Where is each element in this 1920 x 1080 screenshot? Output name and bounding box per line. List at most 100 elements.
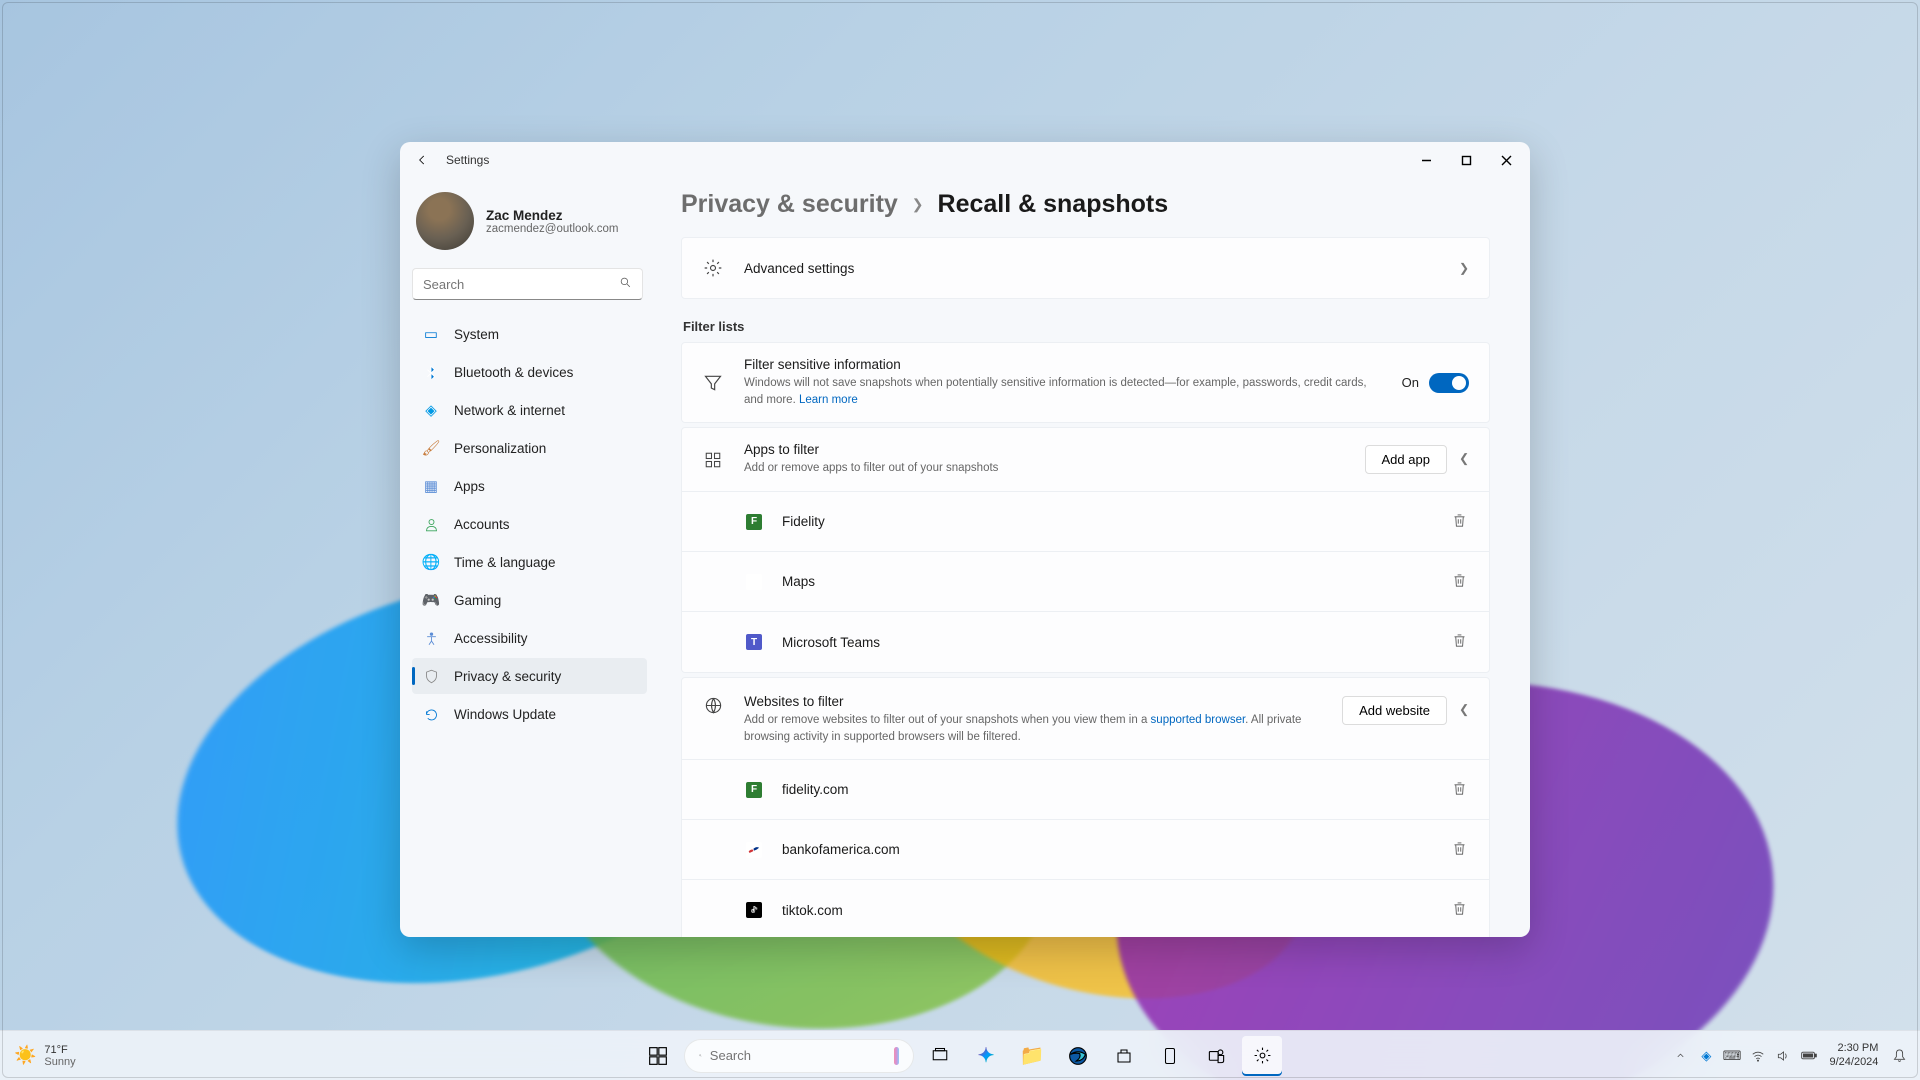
- copilot-button[interactable]: ✦: [966, 1036, 1006, 1076]
- avatar: [416, 192, 474, 250]
- edge-button[interactable]: [1058, 1036, 1098, 1076]
- accessibility-icon: [422, 629, 440, 647]
- weather-condition: Sunny: [44, 1056, 75, 1068]
- website-name: bankofamerica.com: [782, 842, 1429, 857]
- row-title: Websites to filter: [744, 694, 1322, 709]
- remove-app-button[interactable]: [1449, 573, 1469, 591]
- sidebar: Zac Mendez zacmendez@outlook.com ▭ Syste…: [400, 178, 655, 937]
- websites-to-filter-header[interactable]: Websites to filter Add or remove website…: [682, 678, 1489, 760]
- sidebar-item-accounts[interactable]: Accounts: [412, 506, 647, 542]
- apps-to-filter-header[interactable]: Apps to filter Add or remove apps to fil…: [682, 428, 1489, 492]
- main-content: Privacy & security ❯ Recall & snapshots …: [655, 178, 1530, 937]
- supported-browser-link[interactable]: supported browser: [1151, 714, 1246, 726]
- breadcrumb-parent[interactable]: Privacy & security: [681, 190, 898, 219]
- learn-more-link[interactable]: Learn more: [799, 394, 858, 406]
- wifi-icon: ◈: [422, 401, 440, 419]
- remove-app-button[interactable]: [1449, 633, 1469, 651]
- taskbar-search[interactable]: [684, 1039, 914, 1073]
- tray-wifi-icon[interactable]: [1747, 1036, 1769, 1076]
- tiktok-site-icon: [746, 902, 762, 918]
- weather-temp: 71°F: [44, 1044, 75, 1056]
- app-name: Microsoft Teams: [782, 635, 1429, 650]
- sidebar-item-label: Gaming: [454, 593, 501, 608]
- sidebar-item-privacy-security[interactable]: Privacy & security: [412, 658, 647, 694]
- taskbar-weather[interactable]: ☀️ 71°F Sunny: [0, 1044, 250, 1068]
- sidebar-item-label: Network & internet: [454, 403, 565, 418]
- sidebar-item-gaming[interactable]: 🎮 Gaming: [412, 582, 647, 618]
- store-button[interactable]: [1104, 1036, 1144, 1076]
- phone-link-button[interactable]: [1150, 1036, 1190, 1076]
- sidebar-item-personalization[interactable]: 🖌 Personalization: [412, 430, 647, 466]
- taskbar: ☀️ 71°F Sunny ✦ 📁 ◈ ⌨ 2:30 PM 9/24: [0, 1030, 1920, 1080]
- taskbar-clock[interactable]: 2:30 PM 9/24/2024: [1823, 1042, 1884, 1068]
- sidebar-item-label: Bluetooth & devices: [454, 365, 573, 380]
- app-filter-item: T Microsoft Teams: [682, 612, 1489, 672]
- page-title: Recall & snapshots: [938, 190, 1169, 219]
- advanced-settings-row[interactable]: Advanced settings ❯: [682, 238, 1489, 298]
- sidebar-item-system[interactable]: ▭ System: [412, 316, 647, 352]
- remove-website-button[interactable]: [1449, 841, 1469, 859]
- tray-chevron-button[interactable]: [1670, 1036, 1692, 1076]
- maps-app-icon: [746, 574, 762, 590]
- fidelity-app-icon: F: [746, 514, 762, 530]
- sidebar-item-label: Apps: [454, 479, 485, 494]
- fidelity-site-icon: F: [746, 782, 762, 798]
- globe-icon: [702, 696, 724, 715]
- window-maximize-button[interactable]: [1446, 145, 1486, 175]
- remove-website-button[interactable]: [1449, 901, 1469, 919]
- monitor-icon: ▭: [422, 325, 440, 343]
- sidebar-item-network[interactable]: ◈ Network & internet: [412, 392, 647, 428]
- back-button[interactable]: [412, 150, 432, 170]
- add-website-button[interactable]: Add website: [1342, 696, 1447, 725]
- window-titlebar: Settings: [400, 142, 1530, 178]
- file-explorer-button[interactable]: 📁: [1012, 1036, 1052, 1076]
- window-close-button[interactable]: [1486, 145, 1526, 175]
- remove-website-button[interactable]: [1449, 781, 1469, 799]
- app-name: Fidelity: [782, 514, 1429, 529]
- tray-volume-icon[interactable]: [1772, 1036, 1794, 1076]
- search-highlight-icon: [894, 1047, 899, 1065]
- chevron-up-icon: ❯: [1459, 704, 1469, 718]
- website-name: fidelity.com: [782, 782, 1429, 797]
- sidebar-item-label: System: [454, 327, 499, 342]
- sidebar-item-accessibility[interactable]: Accessibility: [412, 620, 647, 656]
- search-input[interactable]: [423, 277, 619, 292]
- chevron-right-icon: ❯: [912, 196, 924, 213]
- tray-notifications-button[interactable]: [1888, 1036, 1910, 1076]
- bluetooth-icon: [422, 363, 440, 381]
- user-name: Zac Mendez: [486, 208, 619, 223]
- teams-button[interactable]: [1196, 1036, 1236, 1076]
- sidebar-item-label: Accessibility: [454, 631, 528, 646]
- sidebar-item-windows-update[interactable]: Windows Update: [412, 696, 647, 732]
- user-profile[interactable]: Zac Mendez zacmendez@outlook.com: [412, 188, 647, 260]
- add-app-button[interactable]: Add app: [1365, 445, 1447, 474]
- sidebar-item-bluetooth[interactable]: Bluetooth & devices: [412, 354, 647, 390]
- sidebar-search[interactable]: [412, 268, 643, 300]
- bankofamerica-site-icon: [746, 842, 762, 858]
- start-button[interactable]: [638, 1036, 678, 1076]
- sidebar-item-label: Personalization: [454, 441, 546, 456]
- remove-app-button[interactable]: [1449, 513, 1469, 531]
- sidebar-item-time-language[interactable]: 🌐 Time & language: [412, 544, 647, 580]
- taskbar-search-input[interactable]: [710, 1048, 886, 1063]
- tray-battery-icon[interactable]: [1798, 1036, 1820, 1076]
- sidebar-item-apps[interactable]: ▦ Apps: [412, 468, 647, 504]
- tray-language-icon[interactable]: ⌨: [1721, 1036, 1743, 1076]
- sidebar-item-label: Windows Update: [454, 707, 556, 722]
- website-name: tiktok.com: [782, 903, 1429, 918]
- sidebar-item-label: Time & language: [454, 555, 556, 570]
- task-view-button[interactable]: [920, 1036, 960, 1076]
- paintbrush-icon: 🖌: [422, 439, 440, 457]
- sun-icon: ☀️: [14, 1045, 36, 1066]
- website-filter-item: bankofamerica.com: [682, 820, 1489, 880]
- filter-sensitive-toggle[interactable]: [1429, 373, 1469, 393]
- window-minimize-button[interactable]: [1406, 145, 1446, 175]
- sidebar-item-label: Privacy & security: [454, 669, 561, 684]
- update-icon: [422, 705, 440, 723]
- section-label-filter-lists: Filter lists: [683, 319, 1490, 334]
- tray-onedrive-icon[interactable]: ◈: [1696, 1036, 1718, 1076]
- teams-app-icon: T: [746, 634, 762, 650]
- gamepad-icon: 🎮: [422, 591, 440, 609]
- settings-button[interactable]: [1242, 1036, 1282, 1076]
- sidebar-item-label: Accounts: [454, 517, 510, 532]
